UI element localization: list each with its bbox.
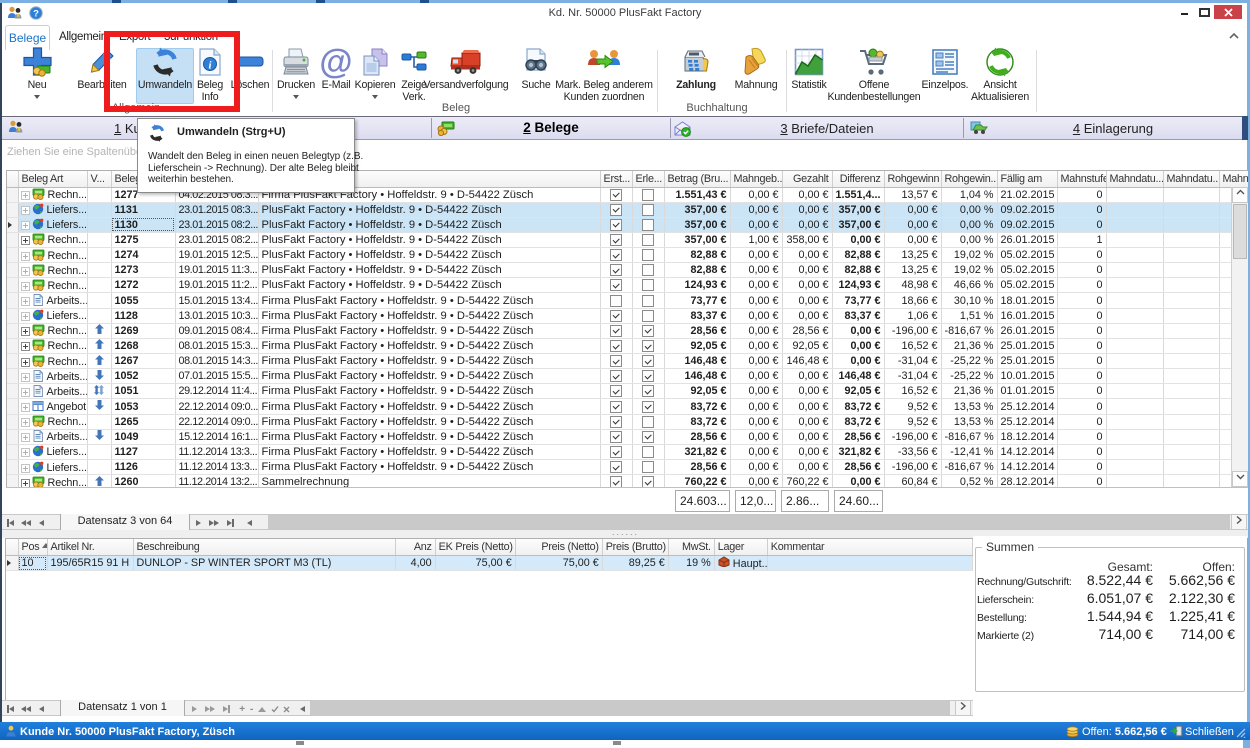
svg-text:?: ?: [33, 8, 39, 19]
